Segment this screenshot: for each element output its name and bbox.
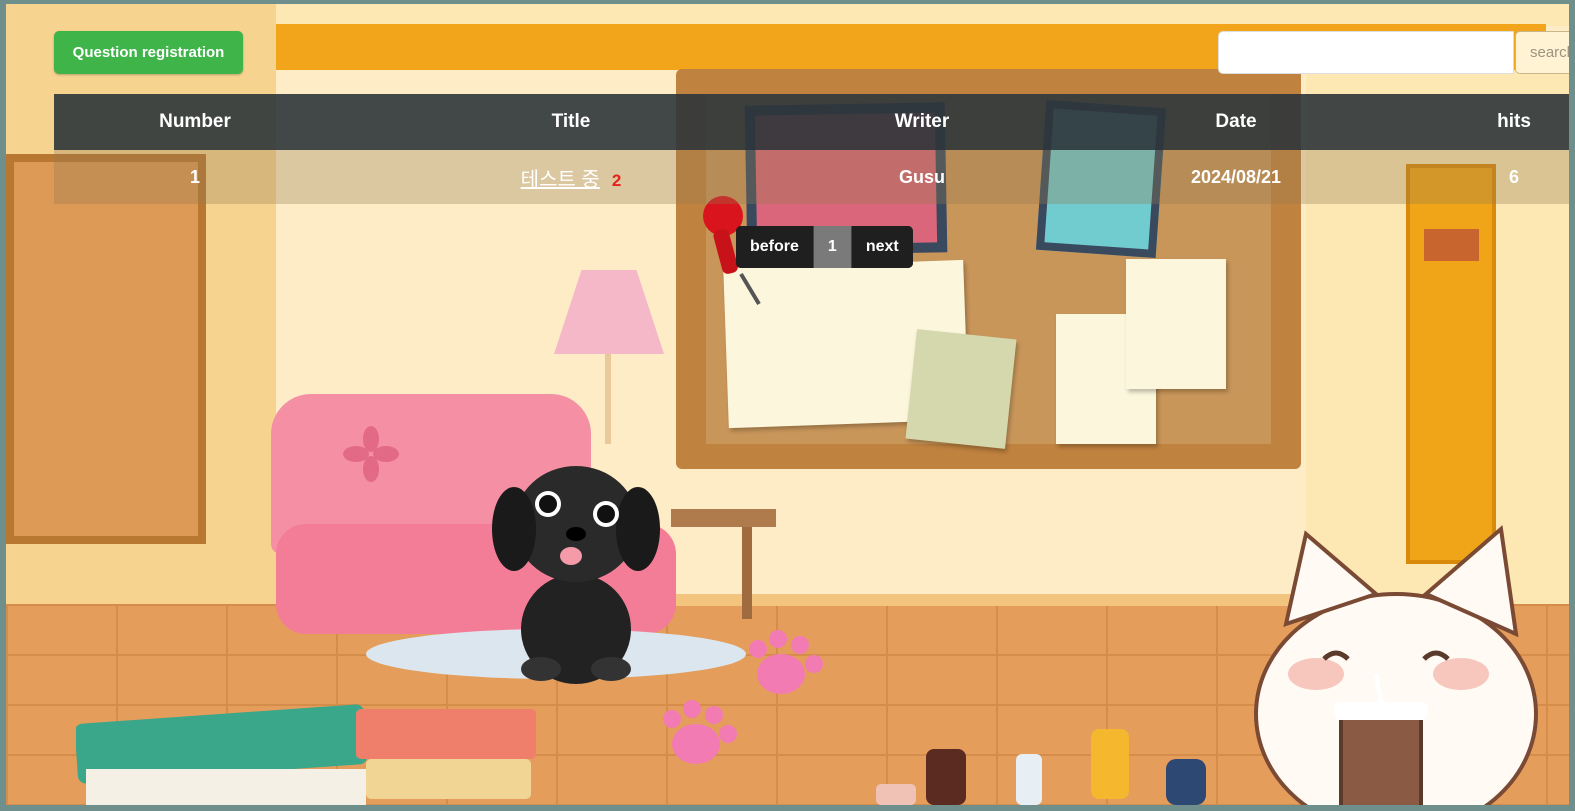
column-header-number: Number: [159, 111, 231, 132]
column-header-hits: hits: [1497, 111, 1531, 132]
pagination: before 1 next: [736, 226, 913, 268]
row-hits: 6: [1508, 166, 1519, 187]
table-header: Number Title Writer Date hits: [54, 94, 1569, 150]
row-title-cell: 테스트 중 2: [336, 150, 806, 204]
comment-count-badge: 2: [611, 170, 622, 190]
column-header-title: Title: [551, 111, 591, 132]
pagination-before-button[interactable]: before: [736, 226, 814, 268]
lamp-icon: [554, 270, 664, 354]
row-writer: Gusu: [898, 166, 945, 187]
header-row: Number Title Writer Date hits: [54, 94, 1569, 150]
search-input[interactable]: [1218, 31, 1514, 74]
sofa-flower-icon: [343, 426, 399, 482]
door-sign: [1424, 229, 1479, 261]
question-board-table: Number Title Writer Date hits 1 테스트 중 2 G…: [54, 94, 1569, 204]
left-window: [6, 154, 206, 544]
lamp-pole: [605, 354, 611, 444]
book-stack-icon: [76, 704, 536, 805]
side-table: [671, 509, 776, 527]
table-row: 1 테스트 중 2 Gusu 2024/08/21 6: [54, 150, 1569, 204]
pagination-page-1[interactable]: 1: [813, 226, 852, 268]
board-page: Question registration search Number Titl…: [0, 0, 1575, 811]
table-body: 1 테스트 중 2 Gusu 2024/08/21 6: [54, 150, 1569, 204]
paw-prints-icon: [663, 630, 823, 764]
sticky-note: [905, 329, 1017, 449]
door: [1406, 164, 1496, 564]
row-number: 1: [189, 166, 200, 187]
column-header-date: Date: [1215, 111, 1257, 132]
sticky-note: [1126, 259, 1226, 389]
row-date: 2024/08/21: [1190, 166, 1282, 187]
side-table-leg: [742, 527, 752, 619]
pagination-next-button[interactable]: next: [851, 226, 913, 268]
column-header-writer: Writer: [894, 111, 950, 132]
cat-drinking-coffee-icon: [1254, 525, 1538, 805]
post-title-link[interactable]: 테스트 중: [521, 169, 600, 191]
search-button[interactable]: search: [1515, 31, 1569, 74]
bottles-icon: [876, 729, 1206, 805]
question-registration-button[interactable]: Question registration: [54, 31, 243, 74]
